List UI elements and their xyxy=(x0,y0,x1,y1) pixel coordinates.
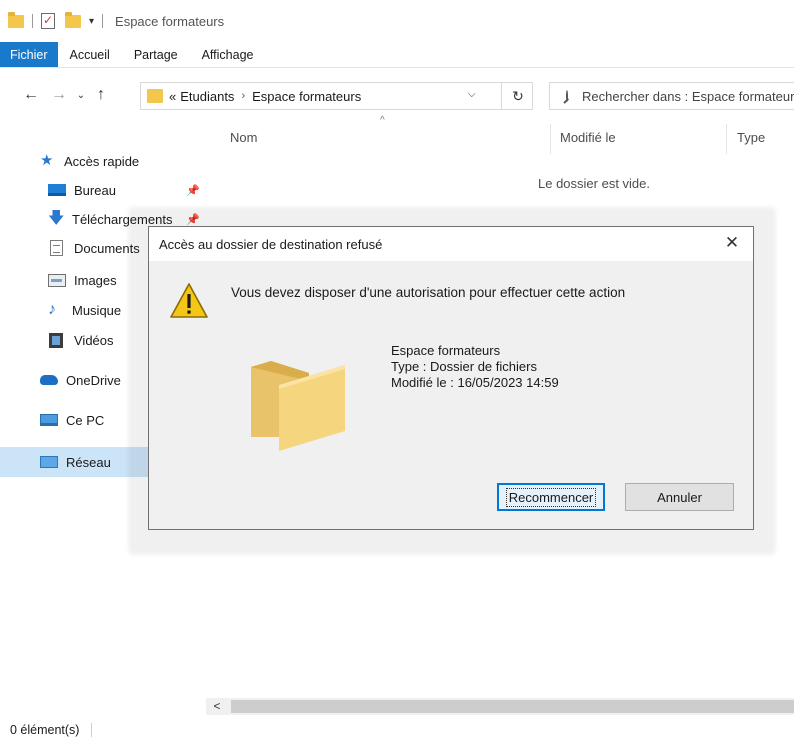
chevron-down-icon[interactable]: ⌵ xyxy=(468,89,476,100)
search-input[interactable]: Rechercher dans : Espace formateurs xyxy=(549,82,794,110)
warning-icon xyxy=(170,283,208,318)
star-icon: ★ xyxy=(40,152,54,169)
window-title: Espace formateurs xyxy=(115,13,225,29)
item-count: 0 élément(s) xyxy=(10,723,80,737)
documents-icon xyxy=(50,240,63,256)
sidebar-item-label: Accès rapide xyxy=(64,153,140,169)
sidebar-item-label: Ce PC xyxy=(66,412,105,428)
sidebar-item-label: Vidéos xyxy=(74,332,114,348)
dialog-title: Accès au dossier de destination refusé xyxy=(159,236,383,252)
folder-icon xyxy=(147,89,163,103)
address-bar[interactable]: « Etudiants › Espace formateurs ⌵ ↻ xyxy=(140,82,533,110)
search-icon xyxy=(566,90,568,102)
onedrive-cloud-icon xyxy=(40,375,58,385)
sidebar-item-images[interactable]: Images xyxy=(48,269,117,291)
dialog-message: Vous devez disposer d'une autorisation p… xyxy=(231,285,626,300)
computer-icon xyxy=(40,414,58,426)
refresh-icon[interactable]: ↻ xyxy=(501,83,534,109)
tab-file[interactable]: Fichier xyxy=(0,42,58,67)
sidebar-item-this-pc[interactable]: Ce PC xyxy=(40,409,104,431)
sidebar-item-bureau[interactable]: Bureau xyxy=(48,179,116,201)
separator xyxy=(91,723,93,737)
retry-button-label: Recommencer xyxy=(505,487,597,507)
search-placeholder: Rechercher dans : Espace formateurs xyxy=(582,88,794,104)
empty-folder-message: Le dossier est vide. xyxy=(538,176,651,191)
properties-icon[interactable]: ✓ xyxy=(41,13,55,29)
column-header-type[interactable]: Type xyxy=(737,130,765,145)
videos-icon xyxy=(49,332,63,348)
item-type: Type : Dossier de fichiers xyxy=(391,359,537,374)
column-divider[interactable] xyxy=(550,124,551,154)
sidebar-item-label: Musique xyxy=(72,302,122,318)
sidebar-item-network[interactable]: Réseau xyxy=(40,451,111,473)
scrollbar-thumb[interactable] xyxy=(231,700,794,713)
sidebar-item-label: Images xyxy=(74,272,117,288)
sidebar-item-onedrive[interactable]: OneDrive xyxy=(40,369,121,391)
sidebar-item-documents[interactable]: Documents xyxy=(48,237,140,259)
sidebar-item-quick-access[interactable]: ★ Accès rapide xyxy=(40,150,139,172)
recent-locations-chevron-icon[interactable]: ⌄ xyxy=(72,90,90,101)
tab-share[interactable]: Partage xyxy=(122,42,190,67)
cancel-button-label: Annuler xyxy=(657,489,702,505)
ribbon-tabs: Fichier Accueil Partage Affichage xyxy=(0,42,794,68)
sidebar-item-videos[interactable]: Vidéos xyxy=(48,329,114,351)
forward-arrow-icon[interactable]: → xyxy=(48,86,70,104)
tab-home[interactable]: Accueil xyxy=(58,42,122,67)
customize-toolbar-icon[interactable]: ▾ xyxy=(89,16,94,27)
pin-icon[interactable]: 📌 xyxy=(186,184,200,197)
breadcrumb-overflow[interactable]: « xyxy=(169,89,176,104)
navigation-bar: ← → ⌄ ↑ « Etudiants › Espace formateurs … xyxy=(0,78,794,112)
status-bar: 0 élément(s) xyxy=(0,718,794,742)
scroll-left-icon[interactable]: < xyxy=(206,698,228,715)
item-details: Espace formateurs Type : Dossier de fich… xyxy=(391,343,559,391)
separator xyxy=(32,14,33,28)
sidebar-item-label: Réseau xyxy=(66,454,111,470)
column-header-name[interactable]: Nom xyxy=(230,130,257,145)
item-modified: Modifié le : 16/05/2023 14:59 xyxy=(391,375,559,390)
close-icon[interactable]: ✕ xyxy=(723,234,741,252)
sidebar-item-musique[interactable]: ♪ Musique xyxy=(48,299,121,321)
column-header-modified[interactable]: Modifié le xyxy=(560,130,616,145)
cancel-button[interactable]: Annuler xyxy=(625,483,734,511)
images-icon xyxy=(48,273,66,287)
folder-icon[interactable] xyxy=(8,11,24,28)
breadcrumb-parent[interactable]: Etudiants xyxy=(180,89,234,104)
separator xyxy=(102,14,104,28)
network-icon xyxy=(40,456,58,468)
column-divider[interactable] xyxy=(726,124,727,154)
sidebar-item-label: Bureau xyxy=(74,182,116,198)
download-icon: 🡇 xyxy=(48,210,65,227)
back-arrow-icon[interactable]: ← xyxy=(20,86,42,104)
tab-view[interactable]: Affichage xyxy=(190,42,266,67)
up-arrow-icon[interactable]: ↑ xyxy=(90,86,112,104)
chevron-right-icon[interactable]: › xyxy=(241,90,245,102)
retry-button[interactable]: Recommencer xyxy=(497,483,605,511)
folder-icon xyxy=(251,361,345,451)
desktop-icon xyxy=(48,184,66,196)
item-name: Espace formateurs xyxy=(391,343,501,358)
horizontal-scrollbar[interactable]: < xyxy=(206,698,794,715)
breadcrumb-current[interactable]: Espace formateurs xyxy=(252,89,361,104)
dialog-title-bar: Accès au dossier de destination refusé ✕ xyxy=(149,227,753,261)
new-folder-icon[interactable] xyxy=(65,11,81,28)
sort-ascending-icon: ^ xyxy=(380,115,385,126)
title-bar: ✓ ▾ Espace formateurs xyxy=(0,0,794,42)
sidebar-item-label: OneDrive xyxy=(66,372,121,388)
music-icon: ♪ xyxy=(48,301,56,318)
